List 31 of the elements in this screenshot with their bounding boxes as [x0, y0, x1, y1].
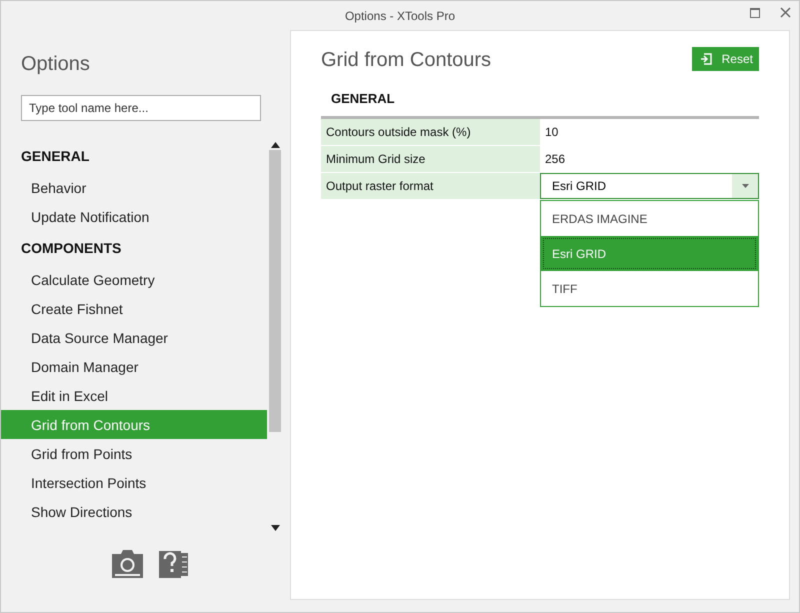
reset-icon	[700, 53, 712, 65]
scroll-down-arrow-icon[interactable]	[270, 525, 280, 531]
sidebar-item[interactable]: Grid from Points	[1, 439, 267, 468]
sidebar-item[interactable]: Domain Manager	[1, 352, 267, 381]
sidebar-item[interactable]: Create Fishnet	[1, 294, 267, 323]
dropdown-arrow-icon	[742, 184, 748, 188]
property-label: Output raster format	[321, 173, 540, 199]
sidebar-title: Options	[21, 53, 91, 76]
property-value[interactable]: 10	[540, 119, 759, 145]
sidebar-item[interactable]: Update Notification	[1, 202, 267, 231]
camera-icon[interactable]	[112, 548, 143, 578]
property-label: Minimum Grid size	[321, 146, 540, 172]
dropdown-field[interactable]: Esri GRID	[540, 173, 759, 199]
group-heading: GENERAL	[20, 147, 90, 166]
sidebar-item[interactable]: Data Source Manager	[1, 323, 267, 352]
sidebar-item[interactable]: Calculate Geometry	[1, 265, 267, 294]
sidebar-item[interactable]: Intersection Points	[1, 468, 267, 497]
property-value[interactable]: 256	[540, 146, 759, 172]
group-heading: COMPONENTS	[20, 239, 122, 258]
search-field[interactable]: Type tool name here...	[21, 95, 261, 121]
page-title: Grid from Contours	[321, 49, 492, 72]
property-label: Contours outside mask (%)	[321, 119, 540, 145]
sidebar-item[interactable]: Behavior	[1, 173, 267, 202]
scroll-up-arrow-icon[interactable]	[270, 142, 280, 148]
maximize-icon[interactable]	[750, 8, 760, 18]
window-title: Options - XTools Pro	[344, 8, 456, 22]
sidebar-item[interactable]: Edit in Excel	[1, 381, 267, 410]
help-notebook-icon[interactable]	[159, 548, 189, 578]
close-icon[interactable]	[780, 7, 791, 18]
sidebar-item[interactable]: Show Directions	[1, 497, 267, 526]
scrollbar-thumb[interactable]	[269, 150, 281, 432]
